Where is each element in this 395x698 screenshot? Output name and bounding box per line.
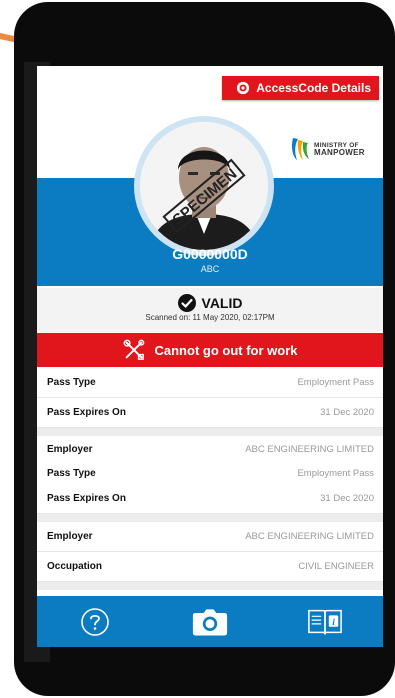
help-button[interactable] xyxy=(77,604,113,640)
scanned-timestamp: Scanned on: 11 May 2020, 02:17PM xyxy=(145,313,275,322)
camera-scan-button[interactable] xyxy=(192,604,228,640)
portrait-image: SPECIMEN xyxy=(140,122,268,250)
profile-photo: SPECIMEN xyxy=(140,122,268,250)
detail-key: Employer xyxy=(47,531,93,542)
guide-button[interactable]: i xyxy=(307,604,343,640)
detail-value: ABC ENGINEERING LIMITED xyxy=(245,531,374,542)
detail-row: Pass Expires On 31 Dec 2020 xyxy=(37,398,383,428)
detail-value: 31 Dec 2020 xyxy=(320,407,374,418)
holder-name: ABC xyxy=(200,264,220,274)
detail-key: Pass Type xyxy=(47,377,96,388)
validity-status: VALID xyxy=(201,295,243,311)
ministry-line2: MANPOWER xyxy=(314,148,365,157)
detail-value: Employment Pass xyxy=(297,467,374,479)
section-divider xyxy=(37,514,383,522)
detail-row: Employer ABC ENGINEERING LIMITED xyxy=(37,436,383,462)
detail-row: Occupation CIVIL ENGINEER xyxy=(37,552,383,582)
pass-id-number: G0000000D xyxy=(172,246,248,262)
detail-key: Pass Type xyxy=(47,467,96,479)
detail-key: Employer xyxy=(47,443,93,455)
mom-logo-icon xyxy=(292,138,309,160)
pass-details-list: Pass Type Employment Pass Pass Expires O… xyxy=(37,368,383,590)
section-divider xyxy=(37,582,383,590)
help-icon xyxy=(80,607,109,636)
gear-circle-icon xyxy=(237,81,250,95)
detail-key: Occupation xyxy=(47,561,103,572)
access-code-details-button[interactable]: AccessCode Details xyxy=(222,76,379,100)
detail-row: Employer ABC ENGINEERING LIMITED xyxy=(37,522,383,552)
validity-panel: VALID Scanned on: 11 May 2020, 02:17PM xyxy=(37,288,383,332)
check-circle-icon xyxy=(177,294,196,312)
app-screen: AccessCode Details MINISTRY OF MANPOWER xyxy=(37,66,383,647)
detail-key: Pass Expires On xyxy=(47,493,126,504)
detail-row: Pass Type Employment Pass xyxy=(37,462,383,484)
detail-row: Pass Expires On 31 Dec 2020 xyxy=(37,484,383,514)
work-status-banner: Cannot go out for work xyxy=(37,333,383,367)
tools-crossed-icon xyxy=(123,339,144,360)
guide-book-icon: i xyxy=(308,609,343,634)
detail-value: 31 Dec 2020 xyxy=(320,493,374,504)
svg-text:i: i xyxy=(333,617,336,627)
bottom-navigation: i xyxy=(37,596,383,647)
camera-icon xyxy=(192,608,228,635)
detail-key: Pass Expires On xyxy=(47,407,126,418)
section-divider xyxy=(37,428,383,436)
detail-value: ABC ENGINEERING LIMITED xyxy=(245,443,374,455)
ministry-logo: MINISTRY OF MANPOWER xyxy=(289,136,365,162)
access-code-details-label: AccessCode Details xyxy=(256,81,371,95)
detail-value: CIVIL ENGINEER xyxy=(298,561,374,572)
detail-row: Pass Type Employment Pass xyxy=(37,368,383,398)
detail-value: Employment Pass xyxy=(297,377,374,388)
work-status-label: Cannot go out for work xyxy=(154,342,298,358)
